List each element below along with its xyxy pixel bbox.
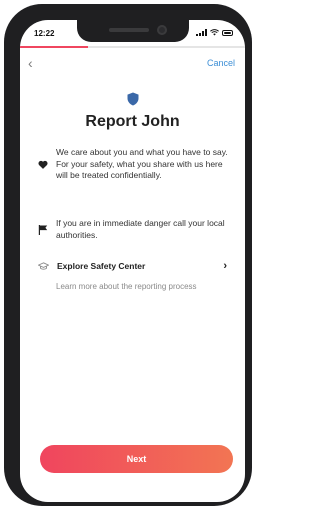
safety-center-label: Explore Safety Center xyxy=(57,261,146,271)
status-time: 12:22 xyxy=(34,29,55,38)
back-button[interactable]: ‹ xyxy=(28,56,33,70)
cancel-button[interactable]: Cancel xyxy=(207,58,235,68)
page-title: Report John xyxy=(85,113,180,130)
info-row-confidential: We care about you and what you have to s… xyxy=(38,147,233,182)
chevron-right-icon: › xyxy=(223,260,227,272)
signal-icon xyxy=(196,29,207,36)
front-camera xyxy=(156,25,167,35)
heart-icon xyxy=(38,160,48,169)
graduation-cap-icon xyxy=(38,261,49,270)
safety-center-row[interactable]: Explore Safety Center › xyxy=(38,260,227,272)
mute-switch xyxy=(4,70,8,92)
speaker xyxy=(108,28,149,32)
notch xyxy=(76,20,189,42)
power-button xyxy=(248,128,252,184)
info-row-danger: If you are in immediate danger call your… xyxy=(38,218,233,241)
battery-icon xyxy=(222,29,233,36)
progress-fill xyxy=(20,46,88,48)
progress-bar xyxy=(20,46,245,48)
info-text: We care about you and what you have to s… xyxy=(56,147,228,180)
volume-up-button xyxy=(4,110,8,150)
screen: 12:22 ‹ Cancel Report John We care about… xyxy=(20,20,245,502)
next-button[interactable]: Next xyxy=(40,445,233,473)
volume-down-button xyxy=(4,156,8,196)
status-icons xyxy=(196,29,233,36)
safety-center-subtitle: Learn more about the reporting process xyxy=(56,282,197,291)
flag-icon xyxy=(38,225,48,235)
info-text: If you are in immediate danger call your… xyxy=(56,218,225,240)
phone-frame: 12:22 ‹ Cancel Report John We care about… xyxy=(4,4,252,506)
shield-icon xyxy=(127,92,138,106)
safety-center-item[interactable]: Explore Safety Center › Learn more about… xyxy=(38,260,227,293)
wifi-icon xyxy=(210,29,219,36)
